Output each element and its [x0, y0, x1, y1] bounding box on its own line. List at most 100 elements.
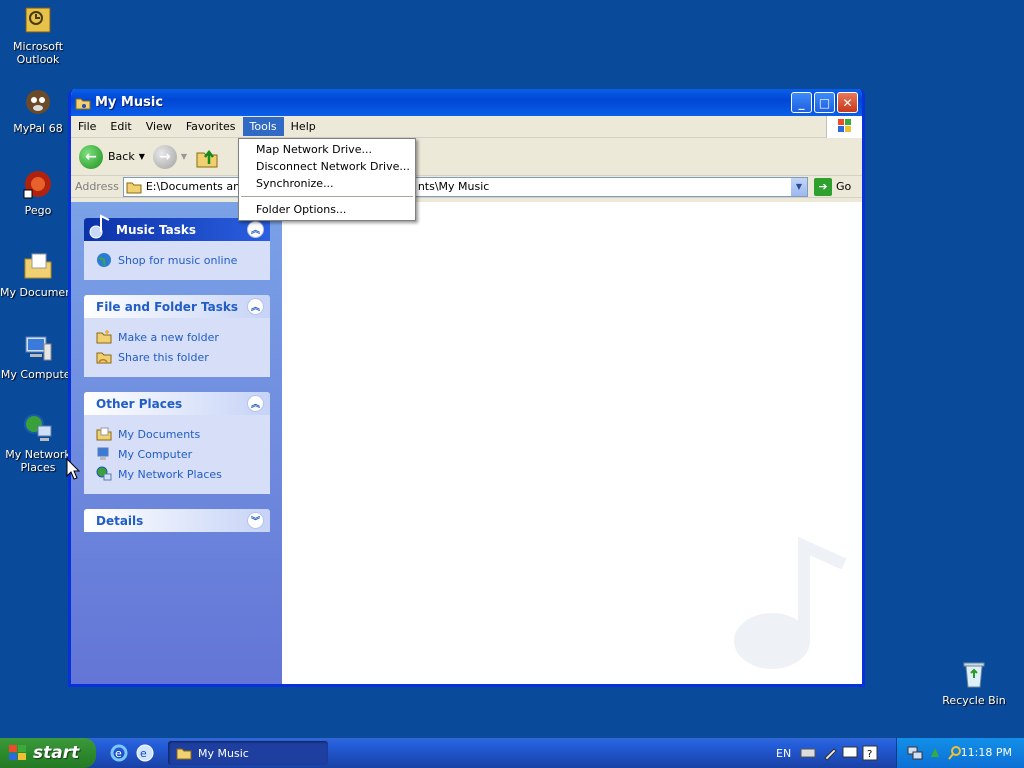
- panel-header[interactable]: Details ︾: [84, 509, 270, 532]
- menu-file[interactable]: File: [71, 117, 103, 136]
- taskbar-button-my-music[interactable]: My Music: [168, 741, 328, 765]
- music-note-icon: [89, 214, 110, 239]
- panel-header[interactable]: Music Tasks ︽: [84, 214, 270, 241]
- desktop-icon-label: Microsoft Outlook: [12, 40, 64, 66]
- explorer-window: My Music _ □ ✕ File Edit View Favorites …: [68, 89, 865, 687]
- menu-tools[interactable]: Tools: [242, 117, 284, 136]
- task-label: My Music: [198, 746, 249, 760]
- chevron-down-icon: ▼: [795, 182, 803, 191]
- link-my-network-places[interactable]: My Network Places: [96, 464, 258, 484]
- desktop-icon-outlook[interactable]: Microsoft Outlook: [0, 4, 76, 66]
- language-indicator[interactable]: EN: [776, 747, 791, 760]
- close-button[interactable]: ✕: [837, 92, 858, 113]
- mypal-icon: [26, 90, 50, 114]
- file-list-area[interactable]: [282, 202, 862, 684]
- link-label: Make a new folder: [118, 330, 219, 344]
- network-places-icon: [24, 414, 52, 441]
- collapse-icon[interactable]: ︽: [247, 298, 264, 315]
- menu-favorites[interactable]: Favorites: [179, 117, 243, 136]
- recycle-tray-icon[interactable]: [927, 745, 943, 761]
- tools-menu-dropdown: Map Network Drive... Disconnect Network …: [238, 138, 416, 221]
- expand-icon[interactable]: ︾: [247, 512, 264, 529]
- link-my-computer[interactable]: My Computer: [96, 444, 258, 464]
- desktop-icon-label: MyPal 68: [13, 122, 63, 135]
- desktop-icon-label: My Computer: [0, 368, 76, 381]
- panel-body: Shop for music online: [84, 241, 270, 280]
- svg-text:e: e: [115, 747, 122, 760]
- chevron-down-icon: ▼: [180, 152, 188, 161]
- link-make-new-folder[interactable]: Make a new folder: [96, 327, 258, 347]
- up-folder-button[interactable]: [195, 145, 219, 169]
- back-button[interactable]: ← Back ▼: [79, 144, 145, 169]
- keyboard-icon[interactable]: [800, 745, 816, 761]
- menu-bar: File Edit View Favorites Tools Help: [71, 116, 862, 138]
- desktop-icon-label: My Documents: [0, 286, 76, 299]
- address-input[interactable]: E:\Documents and S nts\My Music ▼: [122, 176, 808, 197]
- link-share-folder[interactable]: Share this folder: [96, 347, 258, 367]
- toolbar: ← Back ▼ → ▼: [71, 138, 862, 176]
- help-icon[interactable]: ?: [862, 745, 878, 761]
- desktop-icon-my-computer[interactable]: My Computer: [0, 332, 76, 381]
- desktop-icon-pego[interactable]: Pego: [0, 168, 76, 217]
- panel-title: Details: [96, 513, 144, 528]
- collapse-icon[interactable]: ︽: [247, 221, 264, 238]
- folder-documents-icon: [24, 253, 52, 279]
- panel-file-folder-tasks: File and Folder Tasks ︽ Make a new folde…: [84, 295, 270, 377]
- link-my-documents[interactable]: My Documents: [96, 424, 258, 444]
- panel-header[interactable]: Other Places ︽: [84, 392, 270, 415]
- task-pane: Music Tasks ︽ Shop for music online File…: [71, 202, 282, 684]
- start-label: start: [33, 743, 80, 763]
- forward-arrow-icon: →: [152, 144, 177, 169]
- menu-item-folder-options[interactable]: Folder Options...: [239, 201, 415, 218]
- clock[interactable]: 11:18 PM: [961, 746, 1012, 759]
- panel-title: File and Folder Tasks: [96, 299, 239, 314]
- link-label: My Network Places: [118, 467, 222, 481]
- menu-item-disconnect-network-drive[interactable]: Disconnect Network Drive...: [239, 158, 415, 175]
- mouse-cursor-icon: [66, 458, 80, 480]
- desktop-icon-my-documents[interactable]: My Documents: [0, 250, 76, 299]
- collapse-icon[interactable]: ︽: [247, 395, 264, 412]
- go-label: Go: [836, 180, 852, 193]
- network-places-icon: [96, 466, 112, 481]
- address-bar: Address E:\Documents and S nts\My Music …: [71, 176, 862, 198]
- panel-other-places: Other Places ︽ My Documents My Computer …: [84, 392, 270, 494]
- svg-text:e: e: [140, 747, 147, 760]
- link-shop-music[interactable]: Shop for music online: [96, 250, 258, 270]
- menu-item-synchronize[interactable]: Synchronize...: [239, 175, 415, 192]
- pen-icon[interactable]: [822, 745, 838, 761]
- windows-logo-icon: [826, 116, 862, 138]
- network-tray-icon[interactable]: [907, 745, 923, 761]
- internet-explorer-icon[interactable]: e: [110, 744, 128, 762]
- forward-button[interactable]: → ▼: [152, 144, 188, 169]
- start-button[interactable]: start: [0, 738, 96, 768]
- browser-quicklaunch-icon[interactable]: e: [136, 744, 154, 762]
- maximize-button[interactable]: □: [814, 92, 835, 113]
- go-button[interactable]: ➔ Go: [808, 177, 862, 196]
- back-label: Back: [108, 150, 135, 163]
- panel-details: Details ︾: [84, 509, 270, 532]
- address-dropdown-button[interactable]: ▼: [791, 177, 807, 196]
- svg-text:?: ?: [867, 749, 872, 760]
- folder-icon: [126, 182, 142, 193]
- panel-body: Make a new folder Share this folder: [84, 318, 270, 377]
- go-arrow-icon: ➔: [814, 177, 832, 196]
- link-label: Share this folder: [118, 350, 209, 364]
- minimize-button[interactable]: _: [791, 92, 812, 113]
- title-bar[interactable]: My Music _ □ ✕: [71, 89, 862, 116]
- desktop-icon-recycle-bin[interactable]: Recycle Bin: [936, 658, 1012, 707]
- desktop-icon-my-network-places[interactable]: My Network Places: [0, 412, 76, 474]
- recycle-bin-icon: [963, 662, 985, 688]
- menu-edit[interactable]: Edit: [103, 117, 138, 136]
- link-label: My Documents: [118, 427, 201, 441]
- content-area: Music Tasks ︽ Shop for music online File…: [71, 202, 862, 684]
- desktop-icon-mypal[interactable]: MyPal 68: [0, 86, 76, 135]
- maximize-icon: □: [818, 95, 831, 110]
- menu-help[interactable]: Help: [284, 117, 323, 136]
- menu-item-map-network-drive[interactable]: Map Network Drive...: [239, 141, 415, 158]
- window-title: My Music: [95, 95, 164, 110]
- music-folder-icon: [75, 98, 91, 109]
- globe-icon: [97, 253, 111, 267]
- panel-header[interactable]: File and Folder Tasks ︽: [84, 295, 270, 318]
- speech-icon[interactable]: [842, 745, 858, 761]
- menu-view[interactable]: View: [139, 117, 179, 136]
